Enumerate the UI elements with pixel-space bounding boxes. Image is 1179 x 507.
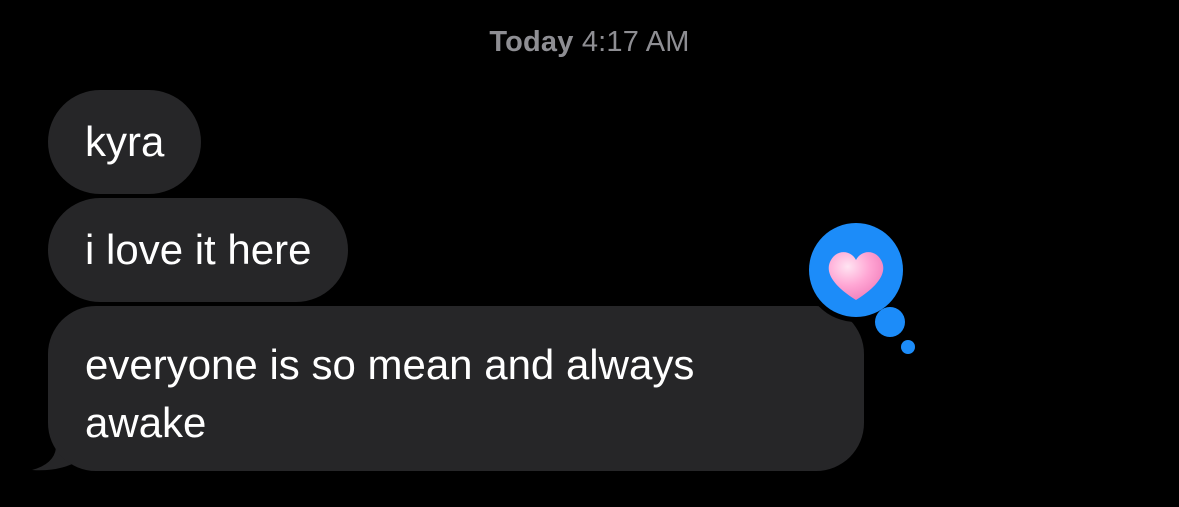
message-text: kyra <box>85 118 165 165</box>
timestamp-time: 4:17 AM <box>581 26 690 58</box>
message-bubble[interactable]: kyra <box>48 90 202 194</box>
message-text: i love it here <box>85 226 312 273</box>
timestamp: Today 4:17 AM <box>0 26 1179 59</box>
message-bubble[interactable]: everyone is so mean and always awake <box>48 306 864 471</box>
message-bubble[interactable]: i love it here <box>48 198 349 302</box>
timestamp-day: Today <box>489 26 574 58</box>
heart-tapback-icon[interactable] <box>800 220 920 356</box>
message-text: everyone is so mean and always awake <box>85 341 695 446</box>
message-thread: Today 4:17 AM kyra i love it here everyo… <box>0 0 1179 507</box>
